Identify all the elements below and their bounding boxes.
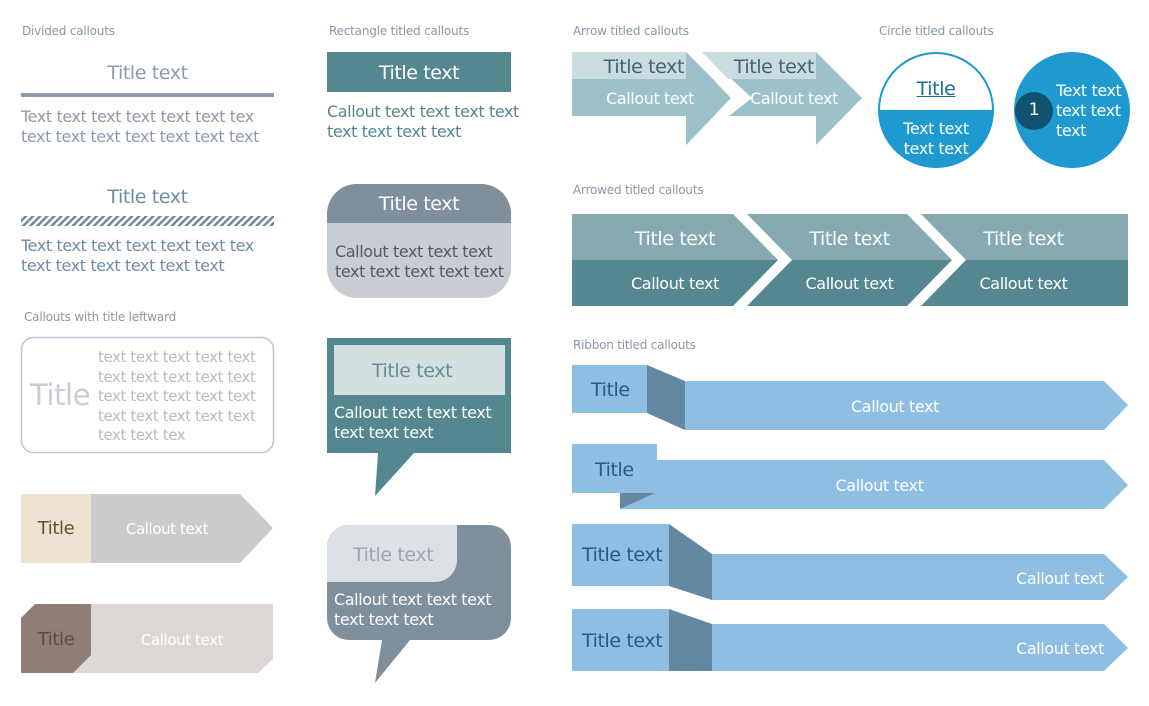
arrow1-callout: Callout text (606, 89, 694, 108)
ribbon1-title: Title (591, 379, 630, 401)
rect2-text-line1: Callout text text text (335, 242, 493, 261)
leftward-box-line5: text text tex (98, 426, 186, 444)
bubble2-text-line2: text text text (334, 609, 434, 629)
divider-hatched (21, 216, 274, 226)
arrowed3-callout: Callout text (979, 274, 1068, 293)
circle1-text-line1: Text text (903, 119, 969, 138)
divided1-text-line2: text text text text text text text (21, 127, 259, 146)
circle1-text-line2: text text (903, 139, 969, 158)
section-label-circle: Circle titled callouts (879, 24, 994, 38)
rect1-title: Title text (378, 62, 460, 84)
divided1-text-line1: Text text text text text text tex (21, 107, 254, 126)
rect2-title: Title text (378, 193, 460, 215)
circle2-text-line3: text (1056, 121, 1086, 140)
divided1-title: Title text (107, 62, 188, 84)
divided2-text-line2: text text text text text text (21, 256, 225, 275)
circle2-text-line2: text text (1056, 101, 1121, 120)
ribbon4-callout: Callout text (1016, 639, 1104, 658)
tag1-callout: Callout text (125, 520, 209, 538)
leftward-box-line1: text text text text text (98, 348, 256, 366)
divided2-title: Title text (107, 186, 188, 208)
bubble2-text-line1: Callout text text text (334, 590, 492, 609)
ribbon3-callout: Callout text (1016, 569, 1104, 588)
arrowed3-title: Title text (983, 228, 1064, 250)
section-label-divided: Divided callouts (22, 24, 115, 38)
ribbon4-title: Title text (582, 630, 663, 652)
section-label-rectangle: Rectangle titled callouts (329, 24, 470, 38)
rect1-text-line2: text text text text (327, 122, 461, 141)
rect2-text-line2: text text text text text (335, 262, 504, 281)
leftward-box-line3: text text text text text (98, 387, 256, 405)
bubble1-text-line2: text text text (334, 422, 434, 442)
leftward-box-line4: text text text text text (98, 406, 256, 425)
divider-solid (21, 93, 274, 97)
section-label-arrowed: Arrowed titled callouts (573, 183, 704, 197)
circle2-number: 1 (1028, 100, 1040, 120)
leftward-box-line2: text text text text text (98, 367, 256, 386)
circle1-title: Title (916, 78, 956, 100)
section-label-ribbon: Ribbon titled callouts (573, 338, 696, 352)
tag2-title: Title (37, 629, 75, 650)
leftward-box-title: Title (30, 378, 91, 412)
ribbon2-title: Title (595, 459, 634, 481)
bubble1-text-line1: Callout text text text (334, 403, 492, 422)
arrow2-callout: Callout text (750, 89, 838, 108)
tag1-title: Title (37, 518, 75, 539)
section-label-leftward: Callouts with title leftward (24, 310, 177, 324)
ribbon3-fold (669, 524, 712, 600)
tag2-callout: Callout text (140, 631, 224, 649)
bubble2-title: Title text (353, 544, 434, 566)
arrow1-title: Title text (603, 56, 685, 78)
rect1-text-line1: Callout text text text text (327, 102, 519, 121)
ribbon2-callout: Callout text (835, 476, 924, 495)
circle2-text-line1: Text text (1056, 81, 1122, 100)
section-label-arrow: Arrow titled callouts (573, 24, 689, 38)
arrow2-title: Title text (733, 56, 815, 78)
ribbon1-callout: Callout text (851, 397, 939, 416)
ribbon4-fold (669, 609, 712, 671)
divided2-text-line1: Text text text text text text tex (21, 236, 254, 255)
ribbon3-title: Title text (582, 544, 663, 566)
bubble1-title: Title text (371, 360, 453, 382)
ribbon1-fold (647, 365, 685, 430)
